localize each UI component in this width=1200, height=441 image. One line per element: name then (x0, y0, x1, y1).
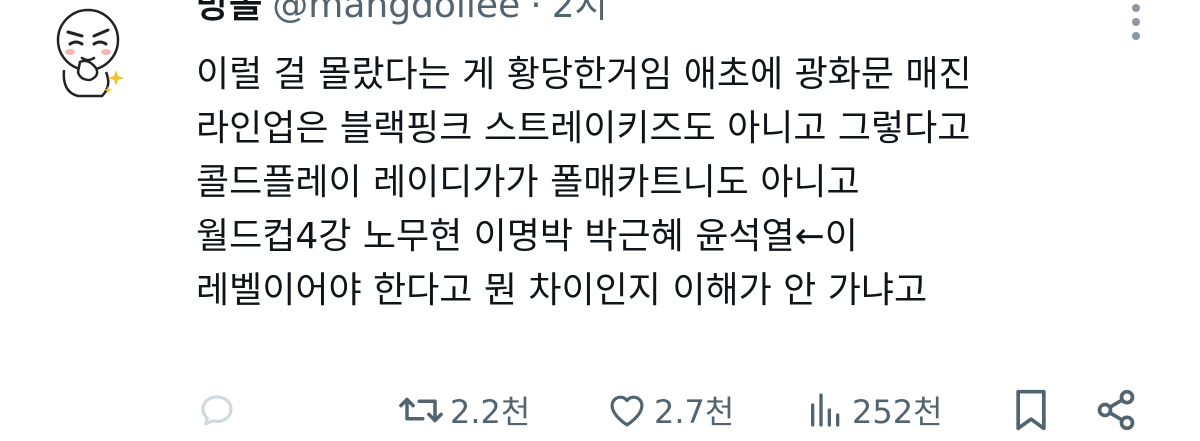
bookmark-icon (1016, 389, 1046, 431)
views-button[interactable]: 252천 (806, 385, 943, 435)
timestamp[interactable]: 2시 (552, 0, 608, 28)
user-handle[interactable]: @mangdollee (272, 0, 520, 28)
views-icon (811, 393, 840, 427)
action-bar: 2.2천 2.7천 252천 (0, 385, 1200, 435)
tweet-header: 망돌 @mangdollee · 2시 (196, 0, 608, 28)
reply-button[interactable] (196, 385, 244, 435)
like-count: 2.7천 (654, 393, 735, 431)
display-name[interactable]: 망돌 (196, 0, 262, 28)
retweet-count: 2.2천 (450, 393, 531, 431)
retweet-button[interactable]: 2.2천 (398, 385, 530, 435)
share-icon (1097, 389, 1135, 431)
retweet-icon (399, 397, 443, 423)
tweet-line: 레벨이어야 한다고 뭔 차이인지 이해가 안 가냐고 (196, 270, 928, 311)
reply-icon (201, 395, 233, 426)
view-count: 252천 (852, 393, 943, 431)
more-icon[interactable] (1124, 4, 1148, 44)
tweet-text: 이럴 걸 몰랐다는 게 황당한거임 애초에 광화문 매진 라인업은 블랙핑크 스… (196, 48, 1156, 318)
share-button[interactable] (1094, 385, 1138, 435)
tweet-line: 라인업은 블랙핑크 스트레이키즈도 아니고 그렇다고 (196, 108, 971, 149)
bookmark-button[interactable] (1012, 385, 1050, 435)
separator-dot: · (530, 0, 542, 26)
tweet-line: 콜드플레이 레이디가가 폴매카트니도 아니고 (196, 162, 860, 203)
avatar[interactable] (50, 0, 130, 100)
tweet-line: 월드컵4강 노무현 이명박 박근혜 윤석열←이 (196, 216, 858, 257)
like-icon (610, 395, 644, 427)
like-button[interactable]: 2.7천 (606, 385, 734, 435)
tweet-line: 이럴 걸 몰랐다는 게 황당한거임 애초에 광화문 매진 (196, 54, 972, 95)
